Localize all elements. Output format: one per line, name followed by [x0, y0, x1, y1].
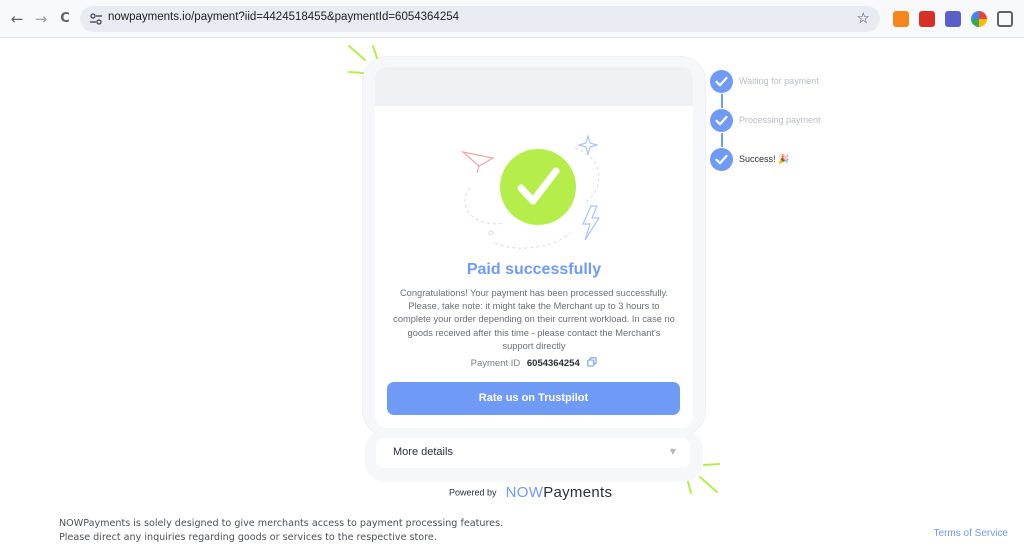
step-check-icon	[710, 148, 733, 171]
puzzle-icon[interactable]	[997, 11, 1013, 27]
success-message: Congratulations! Your payment has been p…	[393, 288, 675, 351]
step-processing-label: Processing payment	[739, 115, 821, 125]
bookmark-star-icon[interactable]: ☆	[857, 9, 870, 27]
payment-id-label: Payment ID	[470, 358, 521, 369]
rate-trustpilot-button[interactable]: Rate us on Trustpilot	[387, 382, 680, 415]
payment-id-value: 6054364254	[526, 358, 580, 369]
decor-strokes-bottom-right	[687, 463, 720, 494]
powered-by-label: Powered by	[449, 487, 497, 498]
more-details-label: More details	[393, 446, 453, 458]
payment-card-header	[375, 67, 693, 107]
success-illustration	[460, 133, 601, 249]
check-circle-icon	[500, 149, 576, 225]
back-button[interactable]: ←	[8, 10, 26, 28]
site-settings-icon[interactable]	[88, 11, 104, 27]
purple-extension-icon[interactable]	[945, 11, 961, 27]
terms-of-service-link[interactable]: Terms of Service	[934, 528, 1008, 539]
decor-strokes-top-left	[348, 45, 378, 74]
powered-by: Powered by NOWPayments	[449, 482, 612, 502]
copy-icon[interactable]	[587, 357, 597, 367]
red-extension-icon[interactable]	[919, 11, 935, 27]
lightning-icon	[582, 205, 601, 241]
step-success-label: Success! 🎉	[739, 154, 790, 164]
url-text[interactable]: nowpayments.io/payment?iid=4424518455&pa…	[108, 11, 459, 23]
step-connector	[721, 133, 723, 147]
payment-progress-steps: Waiting for payment Processing payment S…	[710, 70, 870, 180]
step-check-icon	[710, 109, 733, 132]
browser-toolbar: ← → C nowpayments.io/payment?iid=4424518…	[0, 0, 1024, 38]
reload-button[interactable]: C	[56, 10, 74, 28]
success-title: Paid successfully	[466, 261, 602, 278]
forward-button[interactable]: →	[32, 10, 50, 28]
address-bar[interactable]: nowpayments.io/payment?iid=4424518455&pa…	[80, 6, 880, 32]
logo-now: NOW	[505, 484, 544, 501]
step-check-icon	[710, 70, 733, 93]
footer-disclaimer: NOWPayments is solely designed to give m…	[59, 517, 503, 544]
more-details-toggle[interactable]: More details ▼	[376, 438, 690, 468]
step-waiting-label: Waiting for payment	[739, 76, 819, 86]
metamask-icon[interactable]	[893, 11, 909, 27]
logo-payments: Payments	[543, 484, 613, 501]
chevron-down-icon: ▼	[669, 447, 676, 456]
step-connector	[721, 94, 723, 108]
nowpayments-logo[interactable]: NOWPayments	[506, 484, 613, 501]
paper-plane-icon	[460, 150, 495, 174]
footer-line-2: Please direct any inquiries regarding go…	[59, 531, 437, 543]
color-wheel-icon[interactable]	[971, 11, 987, 27]
payment-id-row: Payment ID 6054364254	[375, 357, 693, 369]
footer-line-1: NOWPayments is solely designed to give m…	[59, 518, 504, 529]
